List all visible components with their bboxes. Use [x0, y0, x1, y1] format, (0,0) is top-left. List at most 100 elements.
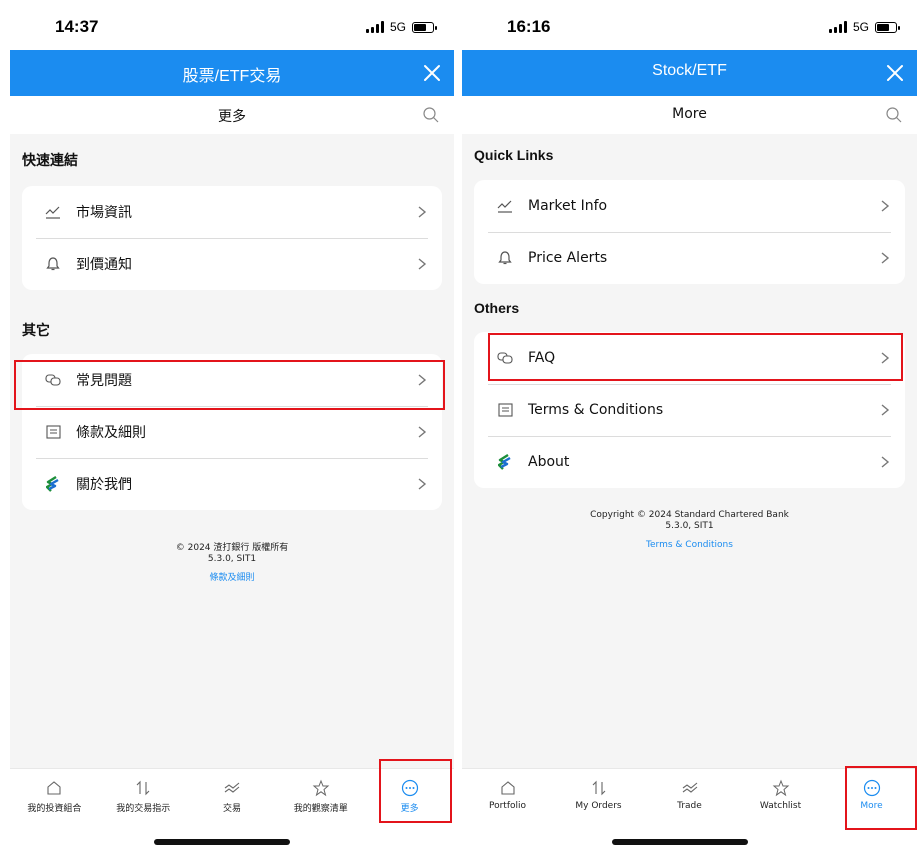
nav-item-orders[interactable]: My Orders — [553, 769, 644, 825]
nav-item-watchlist[interactable]: Watchlist — [735, 769, 826, 825]
row-label: Market Info — [528, 198, 608, 214]
list-item-faq[interactable]: FAQ — [474, 332, 905, 384]
home-indicator — [154, 839, 290, 845]
nav-label: 更多 — [400, 804, 419, 814]
home-indicator — [612, 839, 748, 845]
row-label: FAQ — [528, 350, 556, 366]
nav-label: Portfolio — [488, 801, 527, 811]
row-label: 到價通知 — [76, 257, 132, 273]
list-item-price-alerts[interactable]: Price Alerts — [474, 232, 905, 284]
sub-header-title: More — [672, 106, 707, 122]
status-time: 16:16 — [507, 17, 551, 36]
signal-icon — [365, 21, 384, 33]
about-icon — [44, 475, 62, 493]
chevron-right-icon — [418, 206, 427, 218]
others-title: Others — [474, 300, 520, 316]
more-icon — [863, 779, 880, 797]
chevron-right-icon — [881, 200, 890, 212]
chevron-right-icon — [881, 404, 890, 416]
footer: © 2024 渣打銀行 版權所有 5.3.0, SIT1 條款及細則 — [10, 543, 454, 584]
nav-label: Watchlist — [759, 801, 802, 811]
nav-label: 我的觀察清單 — [293, 804, 348, 814]
status-time: 14:37 — [55, 17, 99, 36]
nav-item-watchlist[interactable]: 我的觀察清單 — [276, 769, 365, 825]
quick-links-title: 快速連結 — [22, 152, 78, 168]
header-title: 股票/ETF交易 — [182, 68, 282, 85]
star-icon — [772, 779, 789, 797]
faq-icon — [44, 371, 62, 389]
list-item-market-info[interactable]: 市場資訊 — [22, 186, 442, 238]
terms-icon — [496, 401, 514, 419]
nav-item-more[interactable]: More — [826, 769, 917, 825]
signal-icon — [828, 21, 847, 33]
star-icon — [312, 779, 330, 797]
nav-label: 我的投資組合 — [27, 804, 82, 814]
status-bar: 16:16 5G — [462, 0, 917, 50]
row-label: 關於我們 — [76, 477, 132, 493]
chevron-right-icon — [418, 426, 427, 438]
trade-icon — [224, 782, 240, 793]
home-indicator-area — [10, 825, 454, 850]
terms-link[interactable]: 條款及細則 — [10, 573, 454, 584]
row-label: Price Alerts — [528, 250, 608, 266]
sub-header-title: 更多 — [218, 109, 246, 125]
nav-label: 交易 — [222, 804, 241, 814]
nav-item-portfolio[interactable]: 我的投資組合 — [10, 769, 99, 825]
list-item-terms[interactable]: 條款及細則 — [22, 406, 442, 458]
nav-item-trade[interactable]: 交易 — [188, 769, 277, 825]
list-item-faq[interactable]: 常見問題 — [22, 354, 442, 406]
more-icon — [401, 779, 418, 797]
chevron-right-icon — [881, 252, 890, 264]
nav-label: More — [860, 801, 883, 811]
list-item-about[interactable]: About — [474, 436, 905, 488]
trade-icon — [682, 782, 697, 793]
bottom-nav: 我的投資組合 我的交易指示 交易 我的觀察清單 更多 — [10, 768, 454, 825]
orders-icon — [136, 780, 150, 796]
search-icon[interactable] — [422, 106, 440, 124]
row-label: Terms & Conditions — [528, 402, 664, 418]
copyright-text: Copyright © 2024 Standard Chartered Bank — [590, 510, 789, 520]
status-indicators: 5G — [828, 20, 900, 34]
home-icon — [47, 781, 61, 795]
quick-links-title: Quick Links — [474, 147, 554, 163]
status-bar: 14:37 5G — [10, 0, 454, 50]
others-card: 常見問題 條款及細則 關於我們 — [22, 354, 442, 510]
list-item-about[interactable]: 關於我們 — [22, 458, 442, 510]
copyright-text: © 2024 渣打銀行 版權所有 — [175, 543, 289, 553]
quick-links-card: 市場資訊 到價通知 — [22, 186, 442, 290]
search-icon[interactable] — [885, 106, 903, 124]
status-indicators: 5G — [365, 20, 437, 34]
price-alert-icon — [44, 255, 62, 273]
list-item-market-info[interactable]: Market Info — [474, 180, 905, 232]
row-label: About — [528, 454, 570, 470]
close-icon[interactable] — [883, 61, 907, 85]
nav-label: Trade — [677, 801, 702, 811]
app-header: Stock/ETF — [462, 50, 917, 96]
footer: Copyright © 2024 Standard Chartered Bank… — [462, 510, 917, 551]
nav-item-more[interactable]: 更多 — [365, 769, 454, 825]
home-icon — [500, 781, 515, 795]
nav-item-orders[interactable]: 我的交易指示 — [99, 769, 188, 825]
version-text: 5.3.0, SIT1 — [207, 554, 257, 564]
terms-link[interactable]: Terms & Conditions — [462, 540, 917, 551]
others-card: FAQ Terms & Conditions About — [474, 332, 905, 488]
others-title: 其它 — [22, 322, 50, 338]
header-title: Stock/ETF — [652, 62, 727, 79]
close-icon[interactable] — [420, 61, 444, 85]
sub-header: 更多 — [10, 96, 454, 134]
nav-item-portfolio[interactable]: Portfolio — [462, 769, 553, 825]
list-item-price-alerts[interactable]: 到價通知 — [22, 238, 442, 290]
quick-links-card: Market Info Price Alerts — [474, 180, 905, 284]
nav-label: My Orders — [575, 801, 622, 811]
chevron-right-icon — [881, 352, 890, 364]
about-icon — [496, 453, 514, 471]
market-info-icon — [44, 203, 62, 221]
version-text: 5.3.0, SIT1 — [665, 521, 714, 531]
nav-item-trade[interactable]: Trade — [644, 769, 735, 825]
terms-icon — [44, 423, 62, 441]
app-header: 股票/ETF交易 — [10, 50, 454, 96]
list-item-terms[interactable]: Terms & Conditions — [474, 384, 905, 436]
row-label: 市場資訊 — [76, 205, 132, 221]
phone-screen-chinese: 14:37 5G 股票/ETF交易 更多 快速連結 市場資訊 到價通知 其它 常… — [10, 0, 454, 850]
row-label: 常見問題 — [76, 373, 132, 389]
